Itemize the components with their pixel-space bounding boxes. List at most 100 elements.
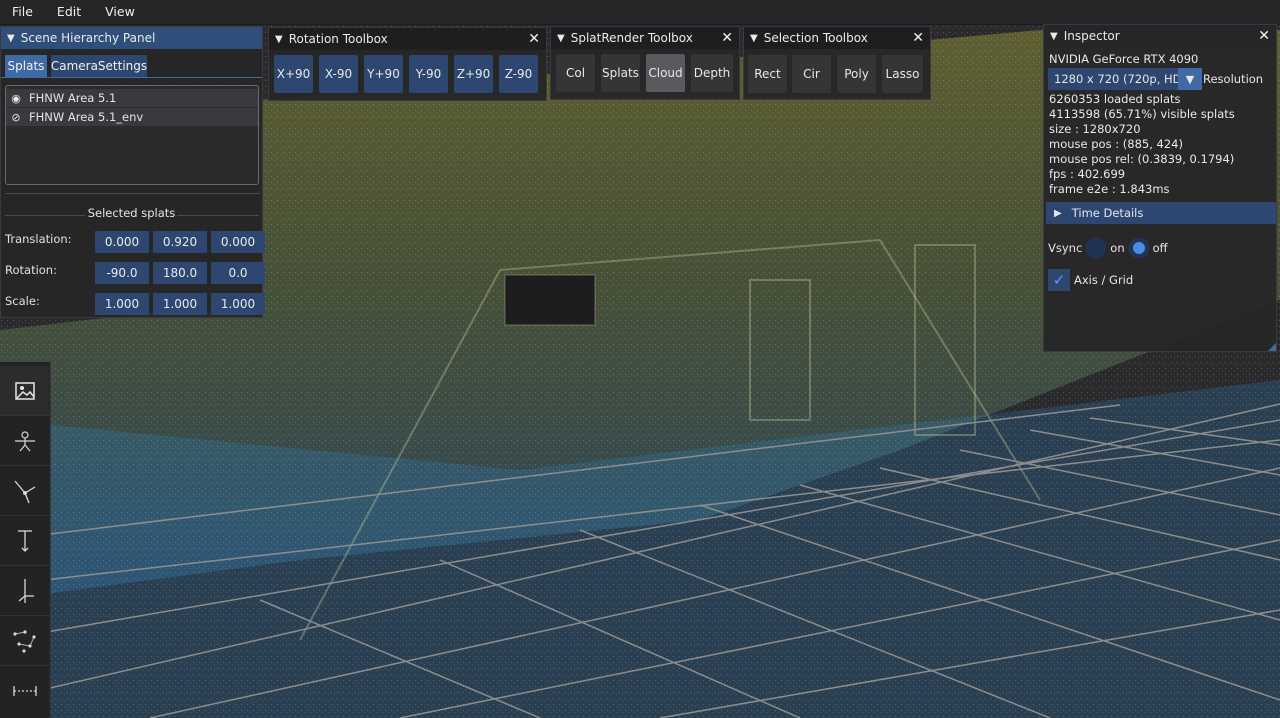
time-details-header[interactable]: ▶ Time Details bbox=[1046, 202, 1276, 224]
rotation-z-field[interactable]: 0.0 bbox=[211, 262, 265, 284]
resize-grip-icon[interactable] bbox=[1268, 343, 1276, 351]
scene-hierarchy-panel: ▼ Scene Hierarchy Panel Splats CameraSet… bbox=[0, 26, 265, 318]
panel-title: Inspector bbox=[1063, 29, 1120, 43]
selected-splats-header: Selected splats bbox=[87, 206, 176, 220]
panel-title: Rotation Toolbox bbox=[288, 32, 388, 46]
frame-time-readout: frame e2e : 1.843ms bbox=[1049, 182, 1170, 196]
list-item[interactable]: ⊘ FHNW Area 5.1_env bbox=[6, 108, 258, 126]
scale-x-field[interactable]: 1.000 bbox=[95, 293, 149, 315]
close-icon[interactable]: ✕ bbox=[528, 31, 540, 47]
left-toolbar bbox=[0, 362, 51, 718]
mouse-pos-rel-readout: mouse pos rel: (0.3839, 0.1794) bbox=[1049, 152, 1235, 166]
image-icon bbox=[14, 381, 35, 400]
rotation-x-field[interactable]: -90.0 bbox=[95, 262, 149, 284]
collapse-triangle-icon[interactable]: ▼ bbox=[275, 34, 283, 45]
resolution-label: Resolution bbox=[1203, 72, 1264, 86]
axis-grid-checkbox[interactable]: ✓ bbox=[1048, 269, 1070, 291]
scatter-tool-button[interactable] bbox=[0, 616, 49, 666]
rotate-y-minus-90-button[interactable]: Y-90 bbox=[409, 55, 448, 93]
rotate-y-plus-90-button[interactable]: Y+90 bbox=[364, 55, 403, 93]
loaded-splats: 6260353 loaded splats bbox=[1049, 92, 1181, 106]
collapse-triangle-icon[interactable]: ▼ bbox=[557, 33, 565, 44]
list-item-label: FHNW Area 5.1 bbox=[29, 91, 117, 105]
fps-readout: fps : 402.699 bbox=[1049, 167, 1126, 181]
rotation-toolbox: ▼ Rotation Toolbox ✕ X+90 X-90 Y+90 Y-90… bbox=[268, 27, 547, 101]
rotation-label: Rotation: bbox=[5, 263, 57, 277]
rotate-x-plus-90-button[interactable]: X+90 bbox=[274, 55, 313, 93]
render-cloud-button[interactable]: Cloud bbox=[646, 54, 685, 92]
list-item[interactable]: ◉ FHNW Area 5.1 bbox=[6, 89, 258, 107]
select-poly-button[interactable]: Poly bbox=[837, 55, 876, 93]
inspector-titlebar[interactable]: ▼ Inspector ✕ bbox=[1044, 25, 1276, 47]
scene-hierarchy-titlebar[interactable]: ▼ Scene Hierarchy Panel bbox=[1, 27, 262, 49]
menu-bar: File Edit View bbox=[0, 0, 1280, 25]
translate-y-tool-button[interactable] bbox=[0, 516, 49, 566]
scatter-icon bbox=[12, 629, 36, 653]
scale-z-field[interactable]: 1.000 bbox=[211, 293, 265, 315]
render-splats-button[interactable]: Splats bbox=[601, 54, 640, 92]
vsync-label: Vsync bbox=[1048, 241, 1083, 255]
transform-tool-button[interactable] bbox=[0, 466, 49, 516]
size-readout: size : 1280x720 bbox=[1049, 122, 1141, 136]
mouse-pos-readout: mouse pos : (885, 424) bbox=[1049, 137, 1183, 151]
scale-label: Scale: bbox=[5, 294, 40, 308]
select-rect-button[interactable]: Rect bbox=[748, 55, 787, 93]
panel-title: Scene Hierarchy Panel bbox=[20, 31, 156, 45]
menu-edit[interactable]: Edit bbox=[45, 0, 93, 24]
translate-axis-icon bbox=[18, 578, 34, 603]
person-icon bbox=[14, 430, 35, 451]
vsync-off-label: off bbox=[1152, 241, 1168, 255]
menu-view[interactable]: View bbox=[93, 0, 147, 24]
panel-title: Selection Toolbox bbox=[763, 31, 868, 45]
eye-icon[interactable]: ◉ bbox=[6, 92, 26, 105]
vsync-on-label: on bbox=[1110, 241, 1125, 255]
transform-icon bbox=[14, 480, 35, 503]
gpu-name: NVIDIA GeForce RTX 4090 bbox=[1049, 52, 1199, 66]
select-circle-button[interactable]: Cir bbox=[792, 55, 831, 93]
collapse-triangle-icon[interactable]: ▼ bbox=[1050, 31, 1058, 42]
translation-y-field[interactable]: 0.920 bbox=[153, 231, 207, 253]
close-icon[interactable]: ✕ bbox=[1258, 28, 1270, 44]
select-lasso-button[interactable]: Lasso bbox=[882, 55, 923, 93]
render-col-button[interactable]: Col bbox=[556, 54, 595, 92]
measure-icon bbox=[12, 685, 37, 696]
render-depth-button[interactable]: Depth bbox=[691, 54, 733, 92]
time-details-label: Time Details bbox=[1071, 206, 1144, 220]
splatrender-toolbox: ▼ SplatRender Toolbox ✕ Col Splats Cloud… bbox=[550, 26, 740, 100]
splatrender-toolbox-titlebar[interactable]: ▼ SplatRender Toolbox ✕ bbox=[551, 27, 739, 49]
splat-list: ◉ FHNW Area 5.1 ⊘ FHNW Area 5.1_env bbox=[5, 85, 259, 185]
axis-grid-label: Axis / Grid bbox=[1074, 273, 1134, 287]
tab-splats[interactable]: Splats bbox=[5, 55, 47, 77]
translate-y-icon bbox=[17, 529, 32, 552]
expand-triangle-icon[interactable]: ▶ bbox=[1054, 208, 1062, 219]
person-tool-button[interactable] bbox=[0, 416, 49, 466]
collapse-triangle-icon[interactable]: ▼ bbox=[750, 33, 758, 44]
panel-title: SplatRender Toolbox bbox=[570, 31, 693, 45]
selection-toolbox-titlebar[interactable]: ▼ Selection Toolbox ✕ bbox=[744, 27, 930, 49]
rotation-toolbox-titlebar[interactable]: ▼ Rotation Toolbox ✕ bbox=[269, 28, 546, 50]
translation-z-field[interactable]: 0.000 bbox=[211, 231, 265, 253]
chevron-down-icon[interactable]: ▼ bbox=[1178, 68, 1202, 90]
translation-label: Translation: bbox=[5, 232, 72, 246]
list-item-label: FHNW Area 5.1_env bbox=[29, 110, 144, 124]
eye-slash-icon[interactable]: ⊘ bbox=[6, 111, 26, 124]
menu-file[interactable]: File bbox=[0, 0, 45, 24]
inspector-panel: ▼ Inspector ✕ NVIDIA GeForce RTX 4090 12… bbox=[1043, 24, 1277, 352]
selection-toolbox: ▼ Selection Toolbox ✕ Rect Cir Poly Lass… bbox=[743, 26, 931, 100]
rotate-x-minus-90-button[interactable]: X-90 bbox=[319, 55, 358, 93]
translation-x-field[interactable]: 0.000 bbox=[95, 231, 149, 253]
axis-tool-button[interactable] bbox=[0, 566, 49, 616]
vsync-on-radio[interactable] bbox=[1086, 238, 1107, 258]
close-icon[interactable]: ✕ bbox=[912, 30, 924, 46]
rotate-z-plus-90-button[interactable]: Z+90 bbox=[454, 55, 493, 93]
scale-y-field[interactable]: 1.000 bbox=[153, 293, 207, 315]
close-icon[interactable]: ✕ bbox=[721, 30, 733, 46]
image-tool-button[interactable] bbox=[0, 366, 49, 416]
rotation-y-field[interactable]: 180.0 bbox=[153, 262, 207, 284]
vsync-off-radio[interactable] bbox=[1128, 238, 1149, 258]
tab-camera-settings[interactable]: CameraSettings bbox=[51, 55, 147, 77]
visible-splats: 4113598 (65.71%) visible splats bbox=[1049, 107, 1235, 121]
rotate-z-minus-90-button[interactable]: Z-90 bbox=[499, 55, 538, 93]
measure-tool-button[interactable] bbox=[0, 666, 49, 715]
collapse-triangle-icon[interactable]: ▼ bbox=[7, 33, 15, 44]
